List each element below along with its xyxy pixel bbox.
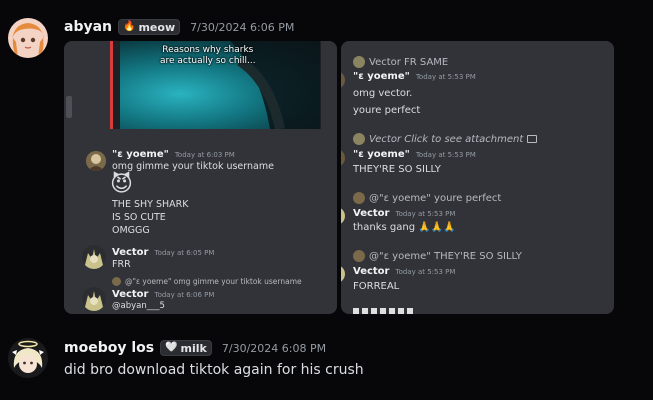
sender-name[interactable]: "ɛ yoeme" Today at 6:03 PM: [112, 149, 235, 160]
message-text: @abyan___5: [112, 301, 165, 311]
message-text: THE SHY SHARK: [112, 199, 189, 210]
server-tag-label: meow: [138, 20, 176, 34]
sender-name[interactable]: Vector Today at 5:53 PM: [353, 266, 455, 277]
reply-avatar: [353, 250, 365, 262]
sender-name[interactable]: Vector Today at 6:06 PM: [112, 289, 214, 300]
avatar-vector[interactable]: [82, 287, 106, 311]
reply-avatar: [353, 56, 365, 68]
username[interactable]: moeboy los: [64, 340, 154, 356]
avatar-yoeme[interactable]: [86, 151, 106, 171]
message-text: IS SO CUTE: [112, 212, 166, 223]
message-abyan: abyan 🔥 meow 7/30/2024 6:06 PM Reasons w…: [0, 0, 653, 330]
server-tag[interactable]: 🤍 milk: [160, 340, 212, 356]
avatar-moeboy[interactable]: [8, 338, 48, 378]
timestamp: 7/30/2024 6:06 PM: [190, 20, 295, 34]
message-header: moeboy los 🤍 milk 7/30/2024 6:08 PM: [64, 340, 326, 356]
avatar-vector[interactable]: [82, 245, 106, 269]
heart-icon: 🤍: [165, 342, 178, 353]
reply-preview[interactable]: @"ɛ yoeme" youre perfect: [353, 192, 501, 204]
reply-preview[interactable]: Vector Click to see attachment: [353, 133, 538, 145]
reply-avatar: [353, 192, 365, 204]
message-text: youre perfect: [353, 105, 421, 116]
message-text: OMGGG: [112, 225, 150, 236]
reply-preview[interactable]: @"ɛ yoeme" omg gimme your tiktok usernam…: [112, 277, 302, 286]
avatar-vector[interactable]: [341, 265, 345, 283]
message-header: abyan 🔥 meow 7/30/2024 6:06 PM: [64, 19, 294, 35]
reply-preview[interactable]: @"ɛ yoeme" THEY'RE SO SILLY: [353, 250, 522, 262]
video-thumbnail: Reasons why sharks are actually so chill…: [120, 41, 320, 129]
video-caption: Reasons why sharks are actually so chill…: [160, 45, 256, 66]
avatar-yoeme[interactable]: [341, 149, 345, 167]
message-text: THEY'RE SO SILLY: [353, 164, 441, 175]
sender-name[interactable]: Vector Today at 5:53 PM: [353, 208, 455, 219]
sender-name[interactable]: "ɛ yoeme" Today at 5:53 PM: [353, 149, 476, 160]
avatar-abyan[interactable]: [8, 18, 48, 58]
reply-preview[interactable]: Vector FR SAME: [353, 56, 448, 68]
avatar-vector[interactable]: [341, 207, 345, 225]
reply-avatar: [112, 277, 121, 286]
server-tag[interactable]: 🔥 meow: [118, 19, 181, 35]
message-text: omg gimme your tiktok username: [112, 161, 274, 172]
server-tag-label: milk: [180, 341, 207, 355]
devil-emoji: 😈: [110, 172, 133, 197]
message-text: omg vector.: [353, 88, 413, 99]
avatar-yoeme[interactable]: [341, 71, 345, 89]
reply-avatar: [353, 133, 365, 145]
image-attachment-left[interactable]: Reasons why sharks are actually so chill…: [64, 41, 337, 314]
video-embed[interactable]: Reasons why sharks are actually so chill…: [110, 41, 321, 129]
timestamp: 7/30/2024 6:08 PM: [221, 341, 327, 355]
message-text: FRR: [112, 259, 131, 270]
scroll-indicator: [66, 96, 72, 118]
username[interactable]: abyan: [64, 19, 112, 35]
message-text: thanks gang 🙏🙏🙏: [353, 222, 456, 233]
message-text: did bro download tiktok again for his cr…: [64, 362, 364, 378]
sender-name[interactable]: Vector Today at 6:05 PM: [112, 247, 214, 258]
fire-icon: 🔥: [123, 21, 136, 32]
cutoff-row: [353, 308, 413, 314]
sender-name[interactable]: "ɛ yoeme" Today at 5:53 PM: [353, 71, 476, 82]
message-text: FORREAL: [353, 281, 400, 292]
image-attachment-right[interactable]: Vector FR SAME "ɛ yoeme" Today at 5:53 PM…: [341, 41, 614, 314]
message-moeboy: moeboy los 🤍 milk 7/30/2024 6:08 PM did …: [0, 330, 653, 400]
image-icon: [527, 135, 538, 143]
